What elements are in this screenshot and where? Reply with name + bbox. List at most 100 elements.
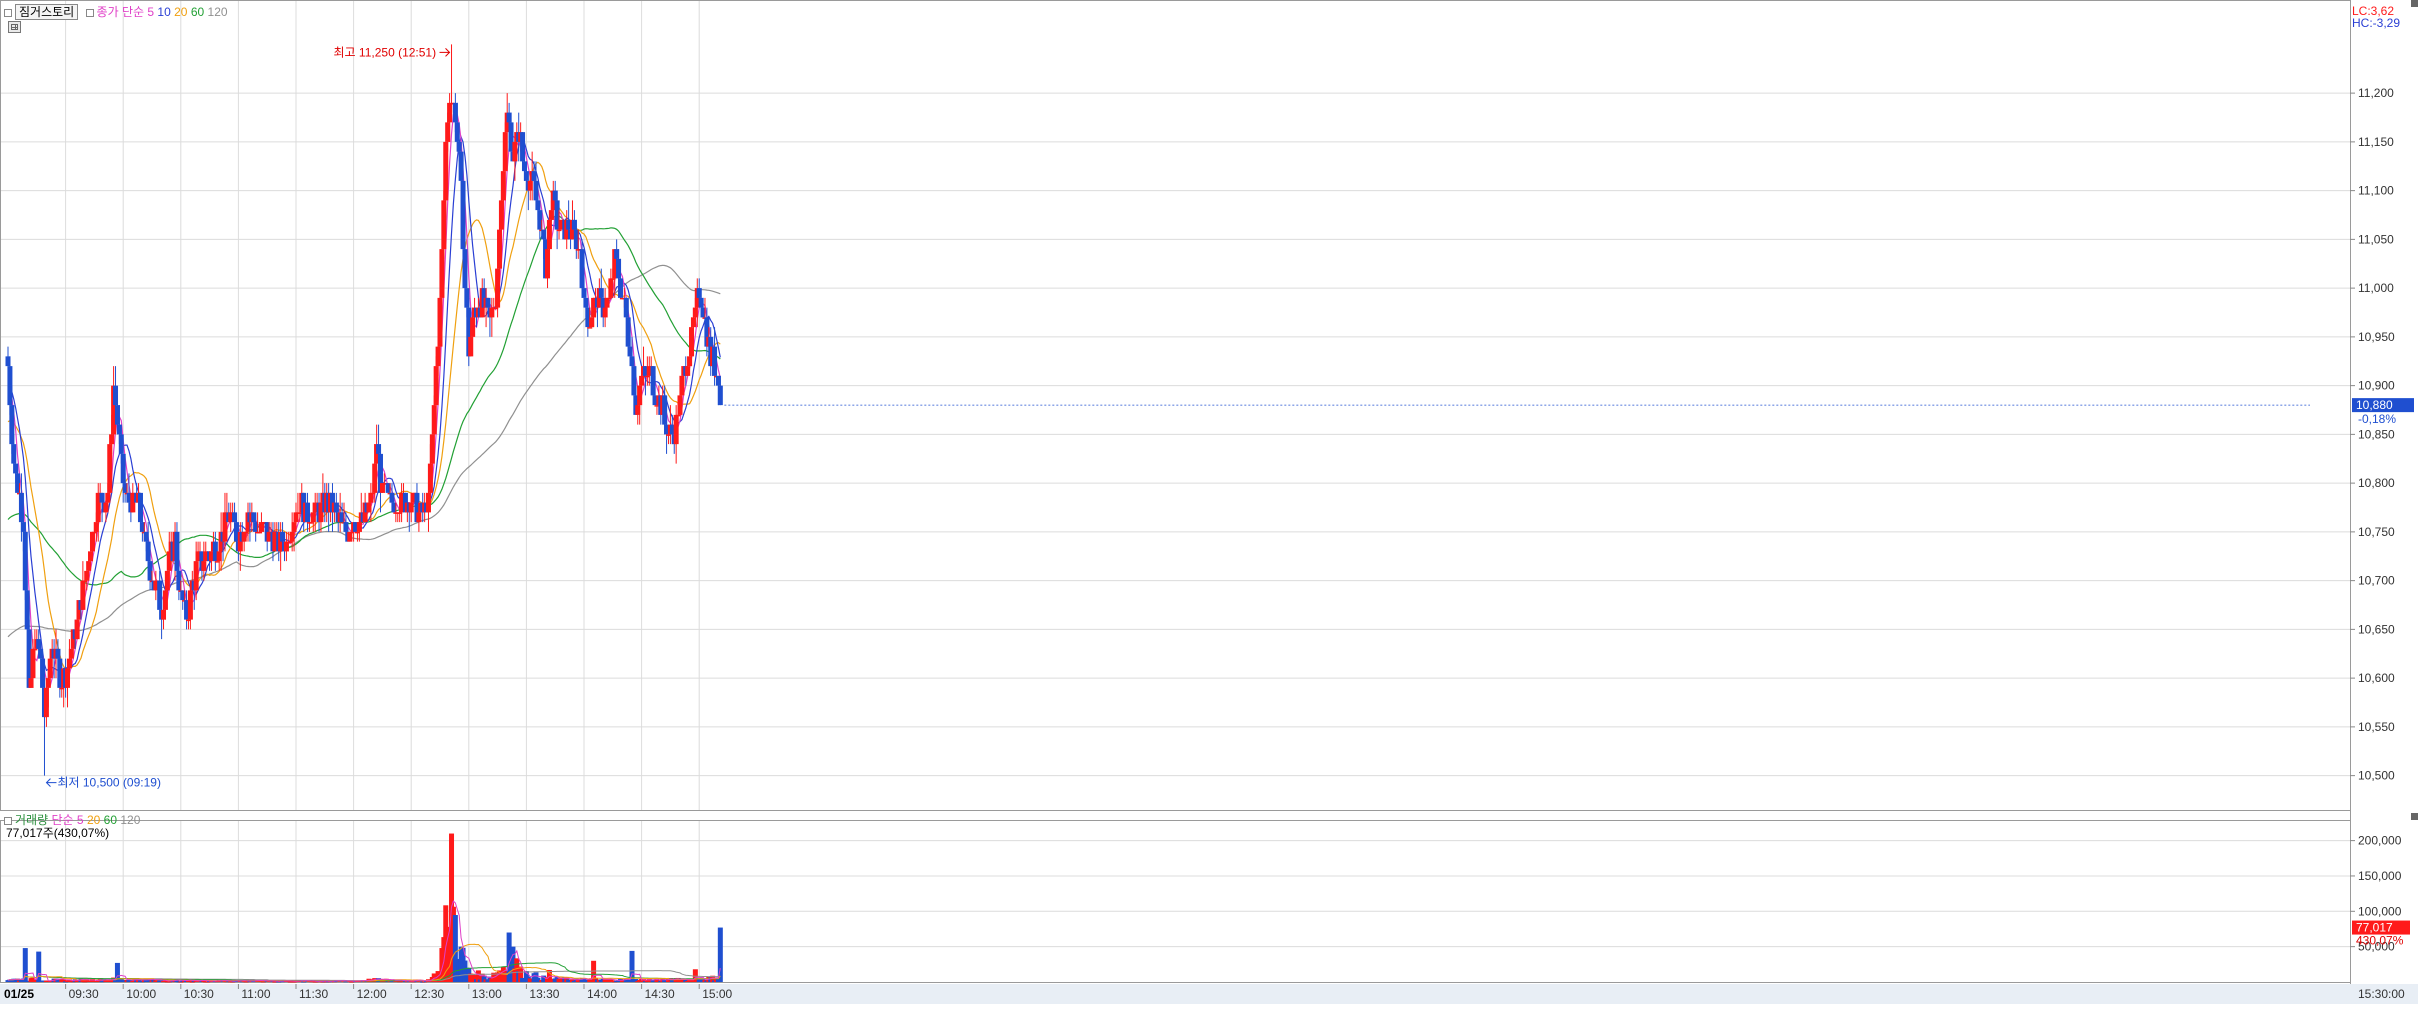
candle-body — [68, 648, 74, 659]
hc-label: HC:-3,29 — [2352, 16, 2401, 30]
candle-body — [717, 385, 723, 406]
price-tick-label: 10,900 — [2358, 379, 2395, 393]
chart-button[interactable]: 짐거스토리 — [15, 4, 79, 20]
price-tick-label: 10,550 — [2358, 720, 2395, 734]
time-tick-label: 11:00 — [241, 987, 270, 1001]
high-annotation: 최고 11,250 (12:51) — [334, 45, 437, 59]
price-panel-header: 짐거스토리 종가 단순 5 10 20 60 120 — [4, 4, 228, 20]
candle-body — [145, 541, 151, 562]
chart-canvas[interactable]: 11,200 11,150 11,100 11,050 11,000 10,950 10,9… — [0, 0, 2418, 1004]
candle-body — [587, 327, 593, 329]
volume-label[interactable]: 거래량 — [15, 813, 48, 827]
volume-panel-header: 거래량 단순 5 20 60 120 — [4, 813, 140, 827]
candle-body — [232, 512, 238, 523]
price-ma-label[interactable]: 종가 단순 — [97, 5, 145, 19]
candle-body — [500, 171, 506, 201]
time-tick-label: 09:30 — [69, 987, 99, 1001]
date-label: 01/25 — [4, 987, 34, 1001]
end-time-label: 15:30:00 — [2358, 987, 2405, 1001]
ma-period-5: 5 — [147, 5, 155, 19]
candle-body — [541, 229, 547, 240]
time-tick-label: 10:00 — [126, 987, 156, 1001]
price-tick-label: 11,050 — [2358, 232, 2394, 246]
candle-body — [45, 678, 51, 688]
grid-settings-icon[interactable] — [8, 21, 21, 33]
candle-body — [408, 502, 414, 513]
ma-period-60: 60 — [190, 5, 205, 19]
price-tick-label: 10,600 — [2358, 671, 2395, 685]
volume-readout: 77,017주(430,07%) — [6, 826, 110, 840]
vol-ma-period-60: 60 — [103, 813, 117, 827]
candle-body — [535, 200, 541, 211]
candle-body — [425, 492, 431, 513]
candle-body — [502, 132, 508, 172]
candle-body — [201, 561, 207, 571]
candle-body — [36, 639, 42, 649]
candle-body — [629, 356, 635, 367]
candle-body — [617, 278, 623, 298]
candle-body — [11, 444, 17, 464]
candle-body — [598, 288, 604, 298]
price-tick-label: 10,950 — [2358, 330, 2395, 344]
ma-period-20: 20 — [174, 5, 188, 19]
candle-body — [305, 502, 311, 523]
volume-tick-label: 100,000 — [2358, 904, 2402, 918]
volume-corner-icon — [2411, 813, 2418, 820]
time-tick-label: 15:00 — [702, 987, 732, 1001]
candle-body — [38, 648, 44, 659]
candle-body — [639, 375, 645, 386]
candle-body — [523, 171, 529, 181]
stock-chart[interactable]: 11,200 11,150 11,100 11,050 11,000 10,950 10,9… — [0, 0, 2418, 1004]
candle-body — [32, 648, 38, 651]
panel-corner-icon — [2411, 0, 2418, 7]
candle-body — [416, 512, 422, 523]
candle-body — [454, 122, 460, 142]
vol-ma-period-5: 5 — [76, 813, 84, 827]
price-tick-label: 10,800 — [2358, 476, 2395, 490]
panel-toggle-icon[interactable] — [4, 8, 12, 17]
time-tick-label: 12:00 — [357, 987, 387, 1001]
candle-body — [485, 297, 491, 308]
candle-body — [118, 434, 124, 454]
low-annotation: 최저 10,500 (09:19) — [57, 776, 160, 790]
price-tick-label: 11,150 — [2358, 135, 2394, 149]
time-tick-label: 13:00 — [472, 987, 502, 1001]
candle-body — [675, 414, 681, 417]
time-tick-label: 13:30 — [529, 987, 559, 1001]
candle-body — [47, 658, 53, 679]
candle-body — [608, 278, 614, 298]
candle-body — [462, 249, 468, 289]
price-tick-label: 10,750 — [2358, 525, 2395, 539]
candle-body — [583, 297, 589, 308]
current-change-label: -0,18% — [2358, 412, 2396, 426]
candle-body — [257, 531, 263, 534]
volume-toggle-icon[interactable] — [4, 816, 12, 825]
price-tick-label: 11,000 — [2358, 281, 2394, 295]
candle-body — [556, 229, 562, 232]
candle-body — [30, 648, 36, 679]
time-tick-label: 14:00 — [587, 987, 617, 1001]
current-price-label: 10,880 — [2356, 398, 2393, 412]
price-tick-label: 11,100 — [2358, 184, 2394, 198]
candle-body — [712, 346, 718, 376]
candle-body — [512, 141, 518, 162]
candle-body — [581, 288, 587, 298]
price-tick-label: 11,200 — [2358, 86, 2394, 100]
candle-body — [468, 336, 474, 357]
price-tick-label: 10,650 — [2358, 622, 2395, 636]
time-tick-label: 11:30 — [299, 987, 328, 1001]
candle-body — [431, 405, 437, 435]
ma-toggle-icon[interactable] — [85, 8, 94, 17]
price-tick-label: 10,500 — [2358, 769, 2395, 783]
candle-body — [187, 590, 193, 620]
time-tick-label: 14:30 — [645, 987, 675, 1001]
current-volume-label: 77,017 — [2356, 921, 2393, 935]
current-volume-ratio: 430,07% — [2356, 934, 2404, 948]
vol-ma-period-120: 120 — [120, 813, 141, 827]
candle-body — [74, 619, 80, 640]
volume-bar — [717, 927, 723, 982]
time-tick-label: 10:30 — [184, 987, 214, 1001]
candle-body — [606, 297, 612, 300]
time-tick-label: 12:30 — [414, 987, 444, 1001]
volume-tick-label: 150,000 — [2358, 869, 2402, 883]
